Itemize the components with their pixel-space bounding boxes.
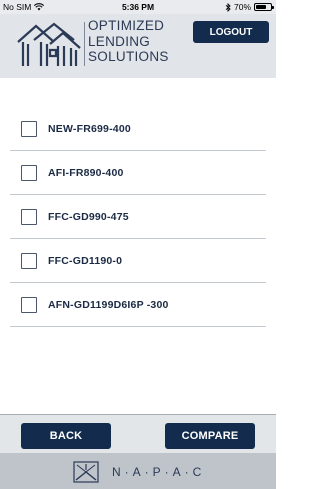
checkbox[interactable] — [21, 253, 37, 269]
napac-logo-icon — [73, 461, 99, 483]
checkbox[interactable] — [21, 297, 37, 313]
compare-button[interactable]: COMPARE — [165, 423, 255, 449]
logo-divider — [84, 22, 85, 66]
checkbox[interactable] — [21, 121, 37, 137]
battery-percent: 70% — [233, 2, 251, 12]
checkbox[interactable] — [21, 165, 37, 181]
list-item[interactable]: AFI-FR890-400 — [10, 152, 266, 195]
list-item[interactable]: FFC-GD1190-0 — [10, 240, 266, 283]
back-button[interactable]: BACK — [21, 423, 111, 449]
bluetooth-icon — [225, 2, 231, 12]
company-name-line-2: LENDING — [88, 33, 151, 49]
battery-level — [256, 5, 266, 9]
napac-brand-text: N·A·P·A·C — [112, 465, 206, 479]
list-item-label: NEW-FR699-400 — [48, 123, 131, 135]
status-right: 70% — [225, 2, 274, 12]
app-header: OPTIMIZED LENDING SOLUTIONS LOGOUT — [0, 14, 276, 78]
checkbox[interactable] — [21, 209, 37, 225]
footer: BACK COMPARE N·A·P·A·C — [0, 415, 276, 489]
list-item-label: AFN-GD1199D6I6P -300 — [48, 299, 169, 311]
houses-logo-icon — [17, 22, 81, 66]
battery-icon — [254, 3, 274, 11]
logout-button[interactable]: LOGOUT — [193, 21, 269, 43]
status-bar: No SIM 5:36 PM 70% — [0, 0, 276, 14]
list-item[interactable]: AFN-GD1199D6I6P -300 — [10, 284, 266, 327]
list-item-label: AFI-FR890-400 — [48, 167, 124, 179]
company-name: OPTIMIZED LENDING SOLUTIONS — [88, 18, 169, 65]
company-name-line-3: SOLUTIONS — [88, 49, 169, 64]
list-item-label: FFC-GD1190-0 — [48, 255, 123, 267]
napac-band: N·A·P·A·C — [0, 453, 276, 489]
list-item[interactable]: FFC-GD990-475 — [10, 196, 266, 239]
list-item[interactable]: NEW-FR699-400 — [10, 108, 266, 151]
list-item-label: FFC-GD990-475 — [48, 211, 129, 223]
company-name-line-1: OPTIMIZED — [88, 18, 165, 33]
